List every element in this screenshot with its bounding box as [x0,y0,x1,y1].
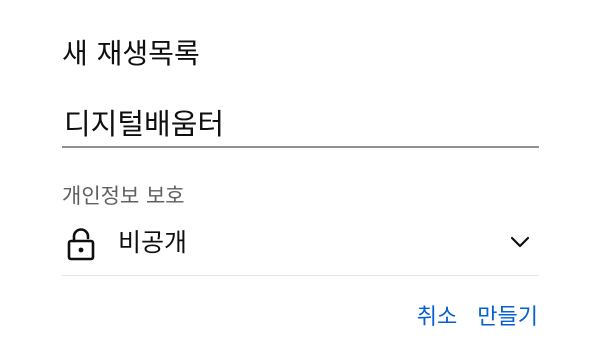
playlist-name-input[interactable] [62,100,534,144]
lock-icon [66,227,96,261]
playlist-name-field [62,96,539,148]
chevron-down-icon [509,234,531,250]
cancel-button[interactable]: 취소 [417,302,457,334]
create-button[interactable]: 만들기 [477,302,538,334]
dialog-actions: 취소 만들기 [417,302,538,334]
privacy-label: 개인정보 보호 [62,184,185,208]
privacy-selected-value: 비공개 [118,228,188,257]
new-playlist-dialog: 새 재생목록 개인정보 보호 비공개 취소 만들기 [0,0,600,362]
privacy-dropdown[interactable]: 비공개 [62,218,539,276]
dialog-title: 새 재생목록 [62,37,200,70]
